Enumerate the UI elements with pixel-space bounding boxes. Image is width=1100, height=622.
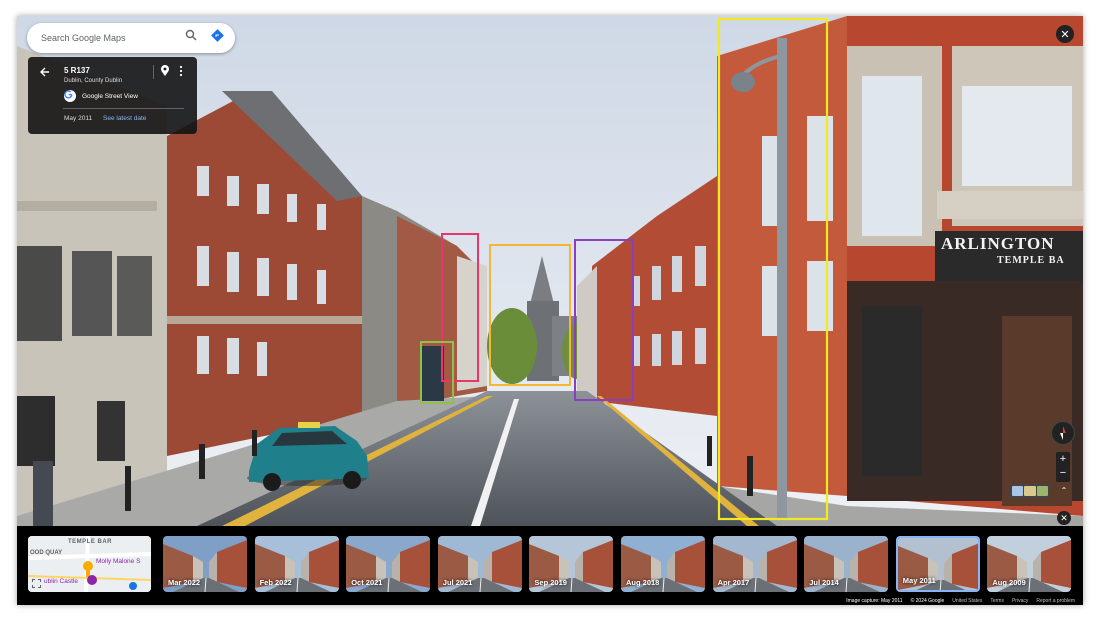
zoom-control[interactable]: + − — [1056, 452, 1070, 482]
street-view-panorama[interactable]: ARLINGTON TEMPLE BA 5 R137 Dublin, Count… — [17, 16, 1083, 526]
timeline-date-label: Jul 2014 — [809, 578, 839, 587]
more-vert-icon[interactable] — [177, 65, 185, 77]
sign-line1: ARLINGTON — [941, 234, 1055, 253]
image-capture-label: Image capture: May 2011 — [846, 598, 903, 604]
close-icon[interactable]: ✕ — [1056, 25, 1074, 43]
fullscreen-icon[interactable] — [32, 579, 41, 588]
timeline-date-label: May 2011 — [902, 576, 936, 585]
location-subtitle: Dublin, County Dublin — [64, 78, 123, 84]
location-title: 5 R137 — [64, 66, 90, 75]
zoom-out-icon[interactable]: − — [1056, 466, 1070, 480]
timeline-date-label: Sep 2019 — [534, 578, 567, 587]
sign-line2: TEMPLE BA — [997, 255, 1065, 266]
map-pin-icon[interactable] — [159, 65, 171, 77]
report-problem-link[interactable]: Report a problem — [1036, 598, 1075, 604]
footer: Image capture: May 2011 © 2024 Google Un… — [846, 598, 1075, 604]
see-latest-date-link[interactable]: See latest date — [103, 115, 146, 122]
timeline-strip: TEMPLE BAR OOD QUAY Molly Malone S ublin… — [17, 526, 1083, 605]
divider — [153, 65, 154, 79]
timeline-thumbnail[interactable]: Oct 2021 — [346, 536, 431, 592]
minimap-label-molly-malone: Molly Malone S — [96, 558, 141, 565]
street-view-window: ARLINGTON TEMPLE BA 5 R137 Dublin, Count… — [17, 16, 1083, 605]
minimap-label-wood-quay: OOD QUAY — [30, 550, 63, 556]
google-logo-icon — [64, 90, 76, 102]
copyright-label: © 2024 Google — [910, 598, 945, 604]
back-arrow-icon[interactable] — [38, 65, 52, 79]
timeline-thumbnail[interactable]: Apr 2017 — [712, 536, 797, 592]
privacy-link[interactable]: Privacy — [1012, 598, 1028, 604]
timeline-date-label: Aug 2009 — [992, 578, 1026, 587]
minimap-label-dublin-castle: ublin Castle — [44, 578, 78, 585]
timeline-date-label: Jul 2021 — [442, 578, 473, 587]
timeline-date-label: Mar 2022 — [168, 578, 201, 587]
timeline-thumbnail[interactable]: Aug 2018 — [621, 536, 705, 592]
timeline-date-label: Aug 2018 — [626, 578, 660, 587]
timeline-thumbnail[interactable]: Sep 2019 — [529, 536, 614, 592]
capture-date: May 2011 — [64, 115, 93, 122]
timeline-date-label: Apr 2017 — [717, 578, 750, 587]
timeline-thumbnail[interactable]: Feb 2022 — [254, 536, 339, 592]
provider-label: Google Street View — [82, 92, 138, 100]
timeline-thumbnail[interactable]: Jul 2014 — [804, 536, 889, 592]
zoom-in-icon[interactable]: + — [1056, 452, 1070, 466]
terms-link[interactable]: Terms — [990, 598, 1004, 604]
timeline-thumbnail[interactable]: Jul 2021 — [437, 536, 522, 592]
search-icon[interactable] — [185, 29, 203, 47]
arlington-sign: ARLINGTON TEMPLE BA — [939, 230, 1083, 274]
search-input[interactable] — [39, 32, 183, 44]
minimap[interactable]: TEMPLE BAR OOD QUAY Molly Malone S ublin… — [28, 536, 151, 592]
divider — [63, 108, 184, 109]
timeline-thumbnail[interactable]: Mar 2022 — [163, 536, 247, 592]
expand-icon[interactable]: ⌃ — [1057, 484, 1071, 498]
directions-icon[interactable] — [211, 29, 229, 47]
timeline-date-label: Oct 2021 — [351, 578, 383, 587]
street-view-provider: Google Street View — [64, 90, 138, 102]
region-link[interactable]: United States — [952, 598, 982, 604]
location-card: 5 R137 Dublin, County Dublin Google Stre… — [28, 57, 197, 134]
timeline-date-label: Feb 2022 — [259, 578, 292, 587]
minimap-label-temple-bar: TEMPLE BAR — [68, 539, 112, 545]
timeline-thumbnail[interactable]: May 2011 — [895, 536, 980, 592]
search-bar[interactable] — [27, 23, 235, 53]
layers-thumbnail[interactable] — [1010, 484, 1050, 498]
close-timeline-icon[interactable]: ✕ — [1057, 511, 1071, 525]
timeline-thumbnail[interactable]: Aug 2009 — [987, 536, 1072, 592]
compass-icon[interactable] — [1051, 421, 1075, 445]
